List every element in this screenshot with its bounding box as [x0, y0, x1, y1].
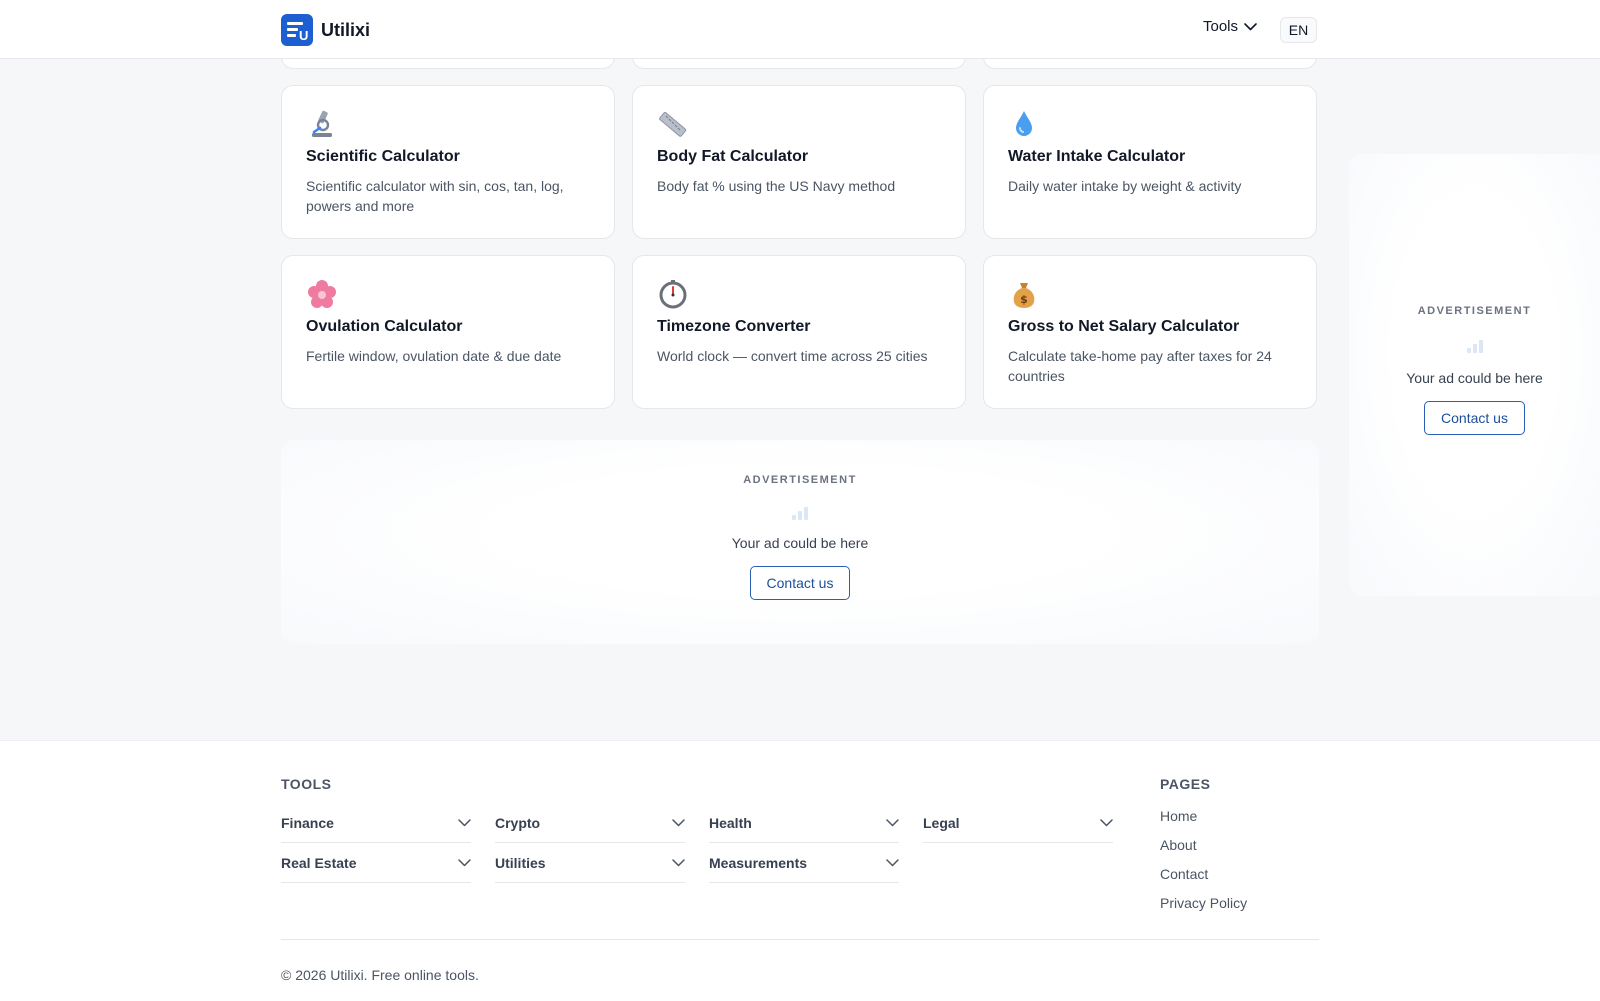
tool-card-body-fat-calculator[interactable]: Body Fat Calculator Body fat % using the… — [632, 85, 966, 239]
card-description: Calculate take-home pay after taxes for … — [1008, 348, 1272, 384]
footer-category-finance[interactable]: Finance — [281, 803, 471, 843]
category-label: Finance — [281, 814, 334, 831]
tool-card-ovulation-calculator[interactable]: Ovulation Calculator Fertile window, ovu… — [281, 255, 615, 409]
footer-category-legal[interactable]: Legal — [923, 803, 1113, 843]
card-title: Timezone Converter — [657, 318, 811, 335]
tool-card-water-intake-calculator[interactable]: Water Intake Calculator Daily water inta… — [983, 85, 1317, 239]
card-title: Scientific Calculator — [306, 148, 460, 165]
chevron-down-icon — [886, 818, 899, 826]
card-description: Daily water intake by weight & activity — [1008, 178, 1242, 194]
card-title: Water Intake Calculator — [1008, 148, 1186, 165]
card-title: Ovulation Calculator — [306, 318, 463, 335]
footer-link-contact[interactable]: Contact — [1160, 864, 1247, 893]
card-description: World clock — convert time across 25 cit… — [657, 348, 928, 364]
footer-category-real-estate[interactable]: Real Estate — [281, 843, 471, 883]
footer-pages-list: Home About Contact Privacy Policy — [1160, 806, 1247, 922]
advertisement-sidebar: ADVERTISEMENT Your ad could be here Cont… — [1349, 154, 1600, 596]
signal-bars-icon — [792, 506, 808, 520]
copyright-text: © 2026 Utilixi. Free online tools. — [281, 967, 479, 983]
tools-menu-label: Tools — [1203, 18, 1239, 35]
site-footer: TOOLS Finance Crypto Health Legal Real E… — [0, 740, 1600, 1001]
ad-text: Your ad could be here — [731, 535, 869, 551]
chevron-down-icon — [1100, 818, 1113, 826]
logo-icon: U — [281, 14, 313, 46]
top-navbar: U Utilixi Tools EN — [0, 0, 1600, 59]
ad-label: ADVERTISEMENT — [1417, 305, 1532, 317]
category-label: Real Estate — [281, 854, 357, 871]
footer-divider — [281, 939, 1319, 940]
footer-tools-heading: TOOLS — [281, 776, 332, 792]
chevron-down-icon — [458, 858, 471, 866]
brand-name: Utilixi — [321, 19, 371, 40]
footer-category-utilities[interactable]: Utilities — [495, 843, 685, 883]
tools-menu-button[interactable]: Tools — [1203, 18, 1257, 35]
category-label: Health — [709, 814, 752, 831]
tool-card-gross-to-net-salary-calculator[interactable]: $ Gross to Net Salary Calculator Calcula… — [983, 255, 1317, 409]
tool-card-timezone-converter[interactable]: Timezone Converter World clock — convert… — [632, 255, 966, 409]
tool-card-scientific-calculator[interactable]: Scientific Calculator Scientific calcula… — [281, 85, 615, 239]
chevron-down-icon — [458, 818, 471, 826]
footer-link-about[interactable]: About — [1160, 835, 1247, 864]
footer-link-privacy-policy[interactable]: Privacy Policy — [1160, 893, 1247, 922]
footer-category-health[interactable]: Health — [709, 803, 899, 843]
ad-text: Your ad could be here — [1406, 370, 1543, 386]
category-label: Crypto — [495, 814, 541, 831]
money-bag-icon: $ — [1013, 283, 1035, 308]
contact-us-button[interactable]: Contact us — [1424, 401, 1525, 435]
footer-pages-heading: PAGES — [1160, 776, 1211, 792]
advertisement-banner: ADVERTISEMENT Your ad could be here Cont… — [281, 440, 1319, 644]
droplet-icon — [1016, 111, 1032, 136]
card-description: Body fat % using the US Navy method — [657, 178, 896, 194]
footer-category-measurements[interactable]: Measurements — [709, 843, 899, 883]
category-label: Utilities — [495, 854, 546, 871]
category-label: Measurements — [709, 854, 808, 871]
svg-text:$: $ — [1020, 293, 1028, 306]
stopwatch-icon — [659, 280, 687, 309]
contact-us-button[interactable]: Contact us — [749, 566, 851, 600]
footer-link-home[interactable]: Home — [1160, 806, 1247, 835]
language-switcher[interactable]: EN — [1280, 17, 1317, 43]
card-description: Fertile window, ovulation date & due dat… — [306, 348, 562, 364]
chevron-down-icon — [672, 818, 685, 826]
card-description: Scientific calculator with sin, cos, tan… — [306, 178, 564, 214]
card-title: Body Fat Calculator — [657, 148, 809, 165]
microscope-icon — [312, 110, 332, 137]
chevron-down-icon — [1244, 22, 1257, 30]
card-title: Gross to Net Salary Calculator — [1008, 318, 1240, 335]
chevron-down-icon — [886, 858, 899, 866]
signal-bars-icon — [1466, 339, 1483, 353]
ad-label: ADVERTISEMENT — [743, 474, 857, 486]
chevron-down-icon — [672, 858, 685, 866]
flower-icon — [308, 280, 336, 308]
footer-category-crypto[interactable]: Crypto — [495, 803, 685, 843]
brand-logo-link[interactable]: U Utilixi — [281, 14, 370, 46]
ruler-icon — [659, 112, 687, 137]
category-label: Legal — [923, 814, 960, 831]
